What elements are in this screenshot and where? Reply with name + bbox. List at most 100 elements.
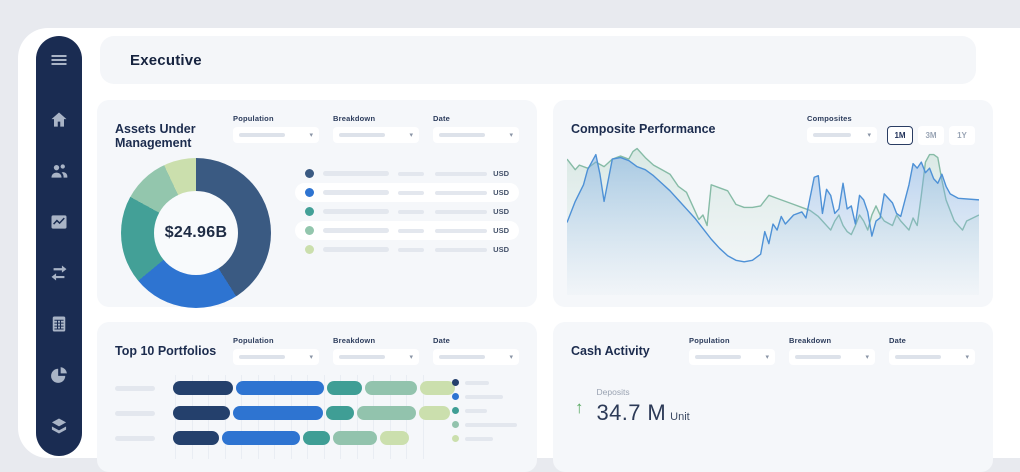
- filter-breakdown: Breakdown▾: [333, 114, 419, 143]
- legend-value-placeholder: [398, 248, 424, 252]
- filter-date: Date▾: [889, 336, 975, 365]
- filter-breakdown: Breakdown ▾: [333, 336, 419, 365]
- composite-title: Composite Performance: [571, 122, 715, 136]
- top10-legend-row: [452, 407, 517, 414]
- breakdown-select[interactable]: ▾: [333, 127, 419, 143]
- transfers-icon[interactable]: [48, 262, 70, 284]
- legend-dot: [305, 169, 314, 178]
- select-placeholder: [895, 355, 941, 359]
- chevron-down-icon: ▾: [409, 354, 413, 361]
- portfolio-name-placeholder: [115, 386, 155, 391]
- legend-value-placeholder: [398, 229, 424, 233]
- holdings-layers-icon[interactable]: [48, 415, 70, 437]
- select-placeholder: [439, 133, 485, 137]
- legend-dot: [305, 245, 314, 254]
- select-placeholder: [439, 355, 485, 359]
- deposits-unit: Unit: [670, 411, 690, 423]
- legend-row: USD: [295, 221, 519, 240]
- cash-filters: Population▾Breakdown▾Date▾: [689, 336, 975, 365]
- bar-segment: [326, 406, 354, 420]
- filter-population: Population▾: [689, 336, 775, 365]
- bar-segment: [173, 381, 233, 395]
- chevron-down-icon: ▾: [965, 354, 969, 361]
- filter-label-composites: Composites: [807, 114, 877, 123]
- aum-donut-hole: $24.96B: [154, 191, 238, 275]
- card-composite-performance: Composite Performance Composites▾ 1M 3M …: [553, 100, 993, 307]
- chevron-down-icon: ▾: [867, 132, 871, 139]
- deposits-value: 34.7 M: [597, 400, 667, 426]
- trend-up-icon: ↑: [575, 398, 584, 418]
- home-icon[interactable]: [48, 109, 70, 131]
- top10-legend-dot: [452, 379, 459, 386]
- portfolio-name-placeholder: [115, 411, 155, 416]
- composite-filters: Composites ▾: [807, 114, 877, 143]
- select-placeholder: [239, 133, 285, 137]
- range-button-1y[interactable]: 1Y: [949, 126, 975, 145]
- legend-name-placeholder: [323, 190, 389, 195]
- legend-name-placeholder: [323, 171, 389, 176]
- top10-legend-dot: [452, 435, 459, 442]
- composites-select[interactable]: ▾: [807, 127, 877, 143]
- top10-legend-dot: [452, 421, 459, 428]
- bar-segment: [420, 381, 455, 395]
- population-select[interactable]: ▾: [233, 349, 319, 365]
- top10-title: Top 10 Portfolios: [115, 344, 216, 358]
- legend-currency: USD: [493, 169, 509, 178]
- legend-value-placeholder: [398, 210, 424, 214]
- filter-label-population: Population: [233, 114, 319, 123]
- population-select[interactable]: ▾: [233, 127, 319, 143]
- legend-currency: USD: [493, 245, 509, 254]
- date-select[interactable]: ▾: [433, 127, 519, 143]
- bar-segment: [333, 431, 377, 445]
- date-select[interactable]: ▾: [433, 349, 519, 365]
- filter-label-breakdown: Breakdown: [333, 336, 419, 345]
- legend-name-placeholder: [323, 247, 389, 252]
- top10-legend-row: [452, 393, 517, 400]
- legend-row: USD: [295, 183, 519, 202]
- population-select[interactable]: ▾: [689, 349, 775, 365]
- range-button-3m[interactable]: 3M: [918, 126, 944, 145]
- clients-icon[interactable]: [48, 160, 70, 182]
- select-placeholder: [813, 133, 851, 137]
- chevron-down-icon: ▾: [865, 354, 869, 361]
- top10-legend-row: [452, 421, 517, 428]
- bar-segment: [365, 381, 417, 395]
- page-header: Executive: [100, 36, 976, 84]
- chevron-down-icon: ▾: [309, 354, 313, 361]
- legend-row: USD: [295, 202, 519, 221]
- stacked-bar: [173, 406, 450, 420]
- select-placeholder: [795, 355, 841, 359]
- breakdown-select[interactable]: ▾: [789, 349, 875, 365]
- top10-legend-row: [452, 435, 517, 442]
- filter-composites: Composites ▾: [807, 114, 877, 143]
- date-select[interactable]: ▾: [889, 349, 975, 365]
- top10-legend-label-placeholder: [465, 381, 489, 385]
- legend-row: USD: [295, 164, 519, 183]
- legend-dot: [305, 188, 314, 197]
- legend-value-placeholder: [435, 248, 487, 252]
- filter-date: Date▾: [433, 114, 519, 143]
- legend-name-placeholder: [323, 228, 389, 233]
- select-placeholder: [339, 355, 385, 359]
- chevron-down-icon: ▾: [409, 132, 413, 139]
- menu-icon[interactable]: [48, 49, 70, 71]
- bar-segment: [173, 406, 230, 420]
- performance-chart-icon[interactable]: [48, 211, 70, 233]
- calculator-icon[interactable]: [48, 313, 70, 335]
- allocation-pie-icon[interactable]: [48, 364, 70, 386]
- filter-label-date: Date: [433, 336, 519, 345]
- bar-segment: [380, 431, 409, 445]
- bar-segment: [419, 406, 450, 420]
- legend-currency: USD: [493, 207, 509, 216]
- breakdown-select[interactable]: ▾: [333, 349, 419, 365]
- card-cash-activity: Cash Activity Population▾Breakdown▾Date▾…: [553, 322, 993, 472]
- legend-value-placeholder: [435, 210, 487, 214]
- filter-date: Date ▾: [433, 336, 519, 365]
- sidebar: [36, 36, 82, 456]
- legend-dot: [305, 226, 314, 235]
- aum-legend: USD USD USD USD USD: [295, 164, 519, 308]
- chevron-down-icon: ▾: [509, 354, 513, 361]
- range-button-1m[interactable]: 1M: [887, 126, 913, 145]
- bar-segment: [233, 406, 323, 420]
- legend-currency: USD: [493, 226, 509, 235]
